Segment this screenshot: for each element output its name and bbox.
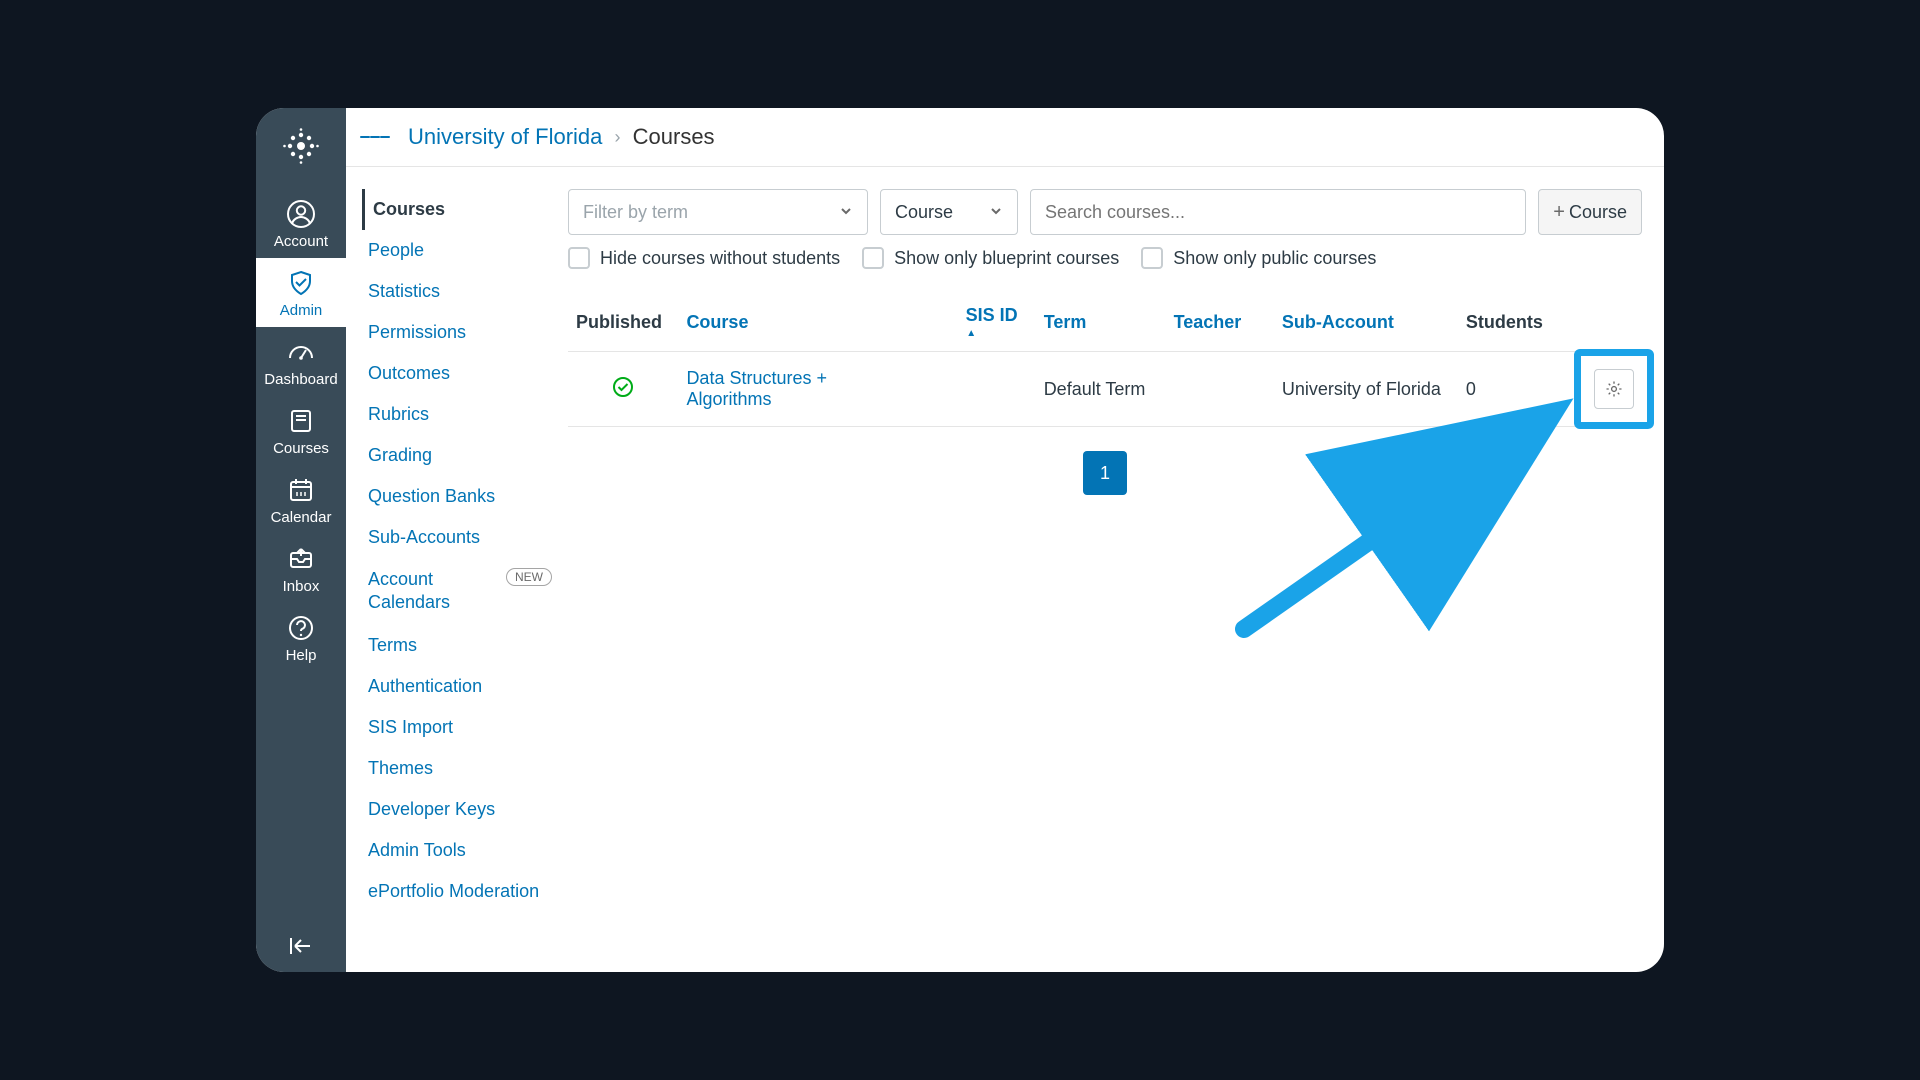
nav-label: Courses: [273, 440, 329, 457]
col-students: Students: [1458, 293, 1566, 352]
app-logo[interactable]: [281, 126, 321, 171]
sub-account-cell: University of Florida: [1274, 352, 1458, 427]
book-icon: [287, 404, 315, 438]
col-course[interactable]: Course: [678, 293, 916, 352]
breadcrumb-current: Courses: [633, 124, 715, 149]
checkbox-label: Show only public courses: [1173, 248, 1376, 269]
search-input[interactable]: [1030, 189, 1526, 235]
sis-id-cell: [917, 352, 1036, 427]
subnav-item-account-calendars[interactable]: Account Calendars NEW: [362, 558, 556, 625]
select-value: Course: [895, 202, 953, 223]
calendar-icon: [287, 473, 315, 507]
nav-item-account[interactable]: Account: [256, 189, 346, 258]
col-sis-id[interactable]: SIS ID: [917, 293, 1036, 352]
help-icon: [287, 611, 315, 645]
public-only-checkbox[interactable]: Show only public courses: [1141, 247, 1376, 269]
main-area: University of Florida › Courses Courses …: [346, 108, 1664, 972]
canvas-logo-icon: [281, 126, 321, 166]
checkbox-label: Hide courses without students: [600, 248, 840, 269]
type-filter-select[interactable]: Course: [880, 189, 1018, 235]
select-placeholder: Filter by term: [583, 202, 688, 223]
subnav-item-sis-import[interactable]: SIS Import: [362, 707, 556, 748]
plus-icon: +: [1553, 201, 1565, 224]
add-course-button[interactable]: + Course: [1538, 189, 1642, 235]
students-cell: 0: [1458, 352, 1566, 427]
sub-nav: Courses People Statistics Permissions Ou…: [346, 167, 568, 972]
nav-label: Dashboard: [264, 371, 337, 388]
content-area: Courses People Statistics Permissions Ou…: [346, 167, 1664, 972]
breadcrumb: University of Florida › Courses: [408, 124, 715, 150]
subnav-item-terms[interactable]: Terms: [362, 625, 556, 666]
header: University of Florida › Courses: [346, 108, 1664, 167]
nav-label: Inbox: [283, 578, 320, 595]
gear-icon: [1605, 380, 1623, 398]
button-label: Course: [1569, 202, 1627, 223]
published-icon: [611, 375, 635, 399]
subnav-item-sub-accounts[interactable]: Sub-Accounts: [362, 517, 556, 558]
checkbox-label: Show only blueprint courses: [894, 248, 1119, 269]
hide-no-students-checkbox[interactable]: Hide courses without students: [568, 247, 840, 269]
checkbox-icon: [862, 247, 884, 269]
subnav-item-courses[interactable]: Courses: [362, 189, 556, 230]
subnav-item-developer-keys[interactable]: Developer Keys: [362, 789, 556, 830]
user-icon: [286, 197, 316, 231]
nav-item-dashboard[interactable]: Dashboard: [256, 327, 346, 396]
col-term[interactable]: Term: [1036, 293, 1166, 352]
col-teacher[interactable]: Teacher: [1166, 293, 1274, 352]
term-filter-select[interactable]: Filter by term: [568, 189, 868, 235]
col-sub-account[interactable]: Sub-Account: [1274, 293, 1458, 352]
chevron-down-icon: [989, 202, 1003, 223]
inbox-icon: [287, 542, 315, 576]
courses-table: Published Course SIS ID Term Teacher Sub…: [568, 293, 1642, 427]
col-published: Published: [568, 293, 678, 352]
subnav-item-admin-tools[interactable]: Admin Tools: [362, 830, 556, 871]
pagination: 1: [568, 451, 1642, 495]
nav-label: Admin: [280, 302, 323, 319]
course-name-link[interactable]: Data Structures + Algorithms: [678, 352, 916, 427]
nav-item-calendar[interactable]: Calendar: [256, 465, 346, 534]
new-badge: NEW: [506, 568, 552, 586]
subnav-item-statistics[interactable]: Statistics: [362, 271, 556, 312]
subnav-item-permissions[interactable]: Permissions: [362, 312, 556, 353]
breadcrumb-root-link[interactable]: University of Florida: [408, 124, 602, 149]
subnav-item-authentication[interactable]: Authentication: [362, 666, 556, 707]
checkbox-icon: [1141, 247, 1163, 269]
subnav-item-rubrics[interactable]: Rubrics: [362, 394, 556, 435]
subnav-item-people[interactable]: People: [362, 230, 556, 271]
page-button-current[interactable]: 1: [1083, 451, 1127, 495]
global-nav: Account Admin Dashboard Courses Calendar: [256, 108, 346, 972]
subnav-item-question-banks[interactable]: Question Banks: [362, 476, 556, 517]
checkbox-icon: [568, 247, 590, 269]
subnav-item-label: Account Calendars: [368, 568, 488, 615]
blueprint-only-checkbox[interactable]: Show only blueprint courses: [862, 247, 1119, 269]
subnav-item-outcomes[interactable]: Outcomes: [362, 353, 556, 394]
nav-item-admin[interactable]: Admin: [256, 258, 346, 327]
subnav-item-grading[interactable]: Grading: [362, 435, 556, 476]
nav-label: Help: [286, 647, 317, 664]
collapse-nav-button[interactable]: [256, 936, 346, 956]
filter-checks-row: Hide courses without students Show only …: [568, 247, 1642, 269]
annotation-arrow-icon: [1224, 389, 1584, 649]
nav-item-help[interactable]: Help: [256, 603, 346, 672]
subnav-item-themes[interactable]: Themes: [362, 748, 556, 789]
nav-label: Calendar: [271, 509, 332, 526]
col-actions: [1566, 293, 1642, 352]
subnav-item-eportfolio[interactable]: ePortfolio Moderation: [362, 871, 556, 912]
courses-pane: Filter by term Course + Cou: [568, 167, 1664, 972]
speedometer-icon: [286, 335, 316, 369]
nav-label: Account: [274, 233, 328, 250]
hamburger-menu-button[interactable]: [360, 122, 390, 152]
collapse-icon: [288, 936, 314, 956]
table-row: Data Structures + Algorithms Default Ter…: [568, 352, 1642, 427]
course-settings-button[interactable]: [1594, 369, 1634, 409]
filters-row: Filter by term Course + Cou: [568, 189, 1642, 235]
app-window: Account Admin Dashboard Courses Calendar: [256, 108, 1664, 972]
breadcrumb-separator: ›: [615, 127, 621, 147]
chevron-down-icon: [839, 202, 853, 223]
shield-icon: [287, 266, 315, 300]
nav-item-courses[interactable]: Courses: [256, 396, 346, 465]
nav-item-inbox[interactable]: Inbox: [256, 534, 346, 603]
teacher-cell: [1166, 352, 1274, 427]
term-cell: Default Term: [1036, 352, 1166, 427]
